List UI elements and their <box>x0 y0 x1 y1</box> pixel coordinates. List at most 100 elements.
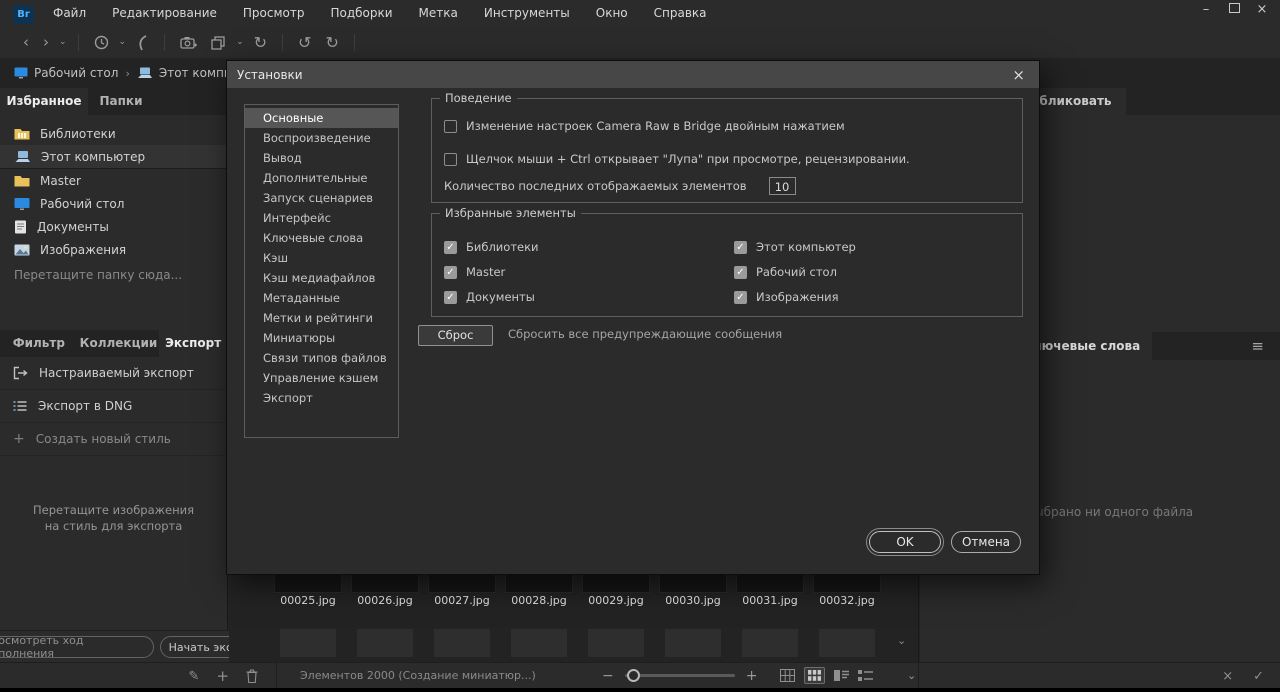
get-photos-camera-icon[interactable] <box>180 36 198 50</box>
menu-window[interactable]: Окно <box>583 0 641 27</box>
favorite-item-desktop[interactable]: Рабочий стол <box>0 192 227 215</box>
checkbox-checked[interactable]: ✓ <box>734 265 747 279</box>
category-keywords[interactable]: Ключевые слова <box>245 228 398 248</box>
dialog-titlebar[interactable]: Установки × <box>227 61 1039 88</box>
thumbnail-view-icon[interactable] <box>804 667 825 684</box>
return-boomerang-icon[interactable] <box>136 34 149 51</box>
category-export[interactable]: Экспорт <box>245 388 398 408</box>
zoom-slider-thumb[interactable] <box>626 669 640 682</box>
thumbnail-placeholder[interactable] <box>665 629 721 657</box>
category-startup-scripts[interactable]: Запуск сценариев <box>245 188 398 208</box>
trash-icon[interactable] <box>246 669 258 683</box>
zoom-in-icon[interactable]: + <box>746 668 758 684</box>
tab-collections[interactable]: Коллекции <box>78 330 160 357</box>
ok-button[interactable]: OK <box>866 528 944 556</box>
rename-chevron-down-icon[interactable]: ⌄ <box>236 27 244 58</box>
minimize-button[interactable]: – <box>1192 0 1220 19</box>
grid-lock-view-icon[interactable] <box>780 669 795 682</box>
export-item-dng[interactable]: Экспорт в DNG <box>0 390 227 423</box>
checkbox-unchecked[interactable] <box>444 119 457 133</box>
reset-button[interactable]: Сброс <box>418 325 493 346</box>
recent-items-input[interactable]: 10 <box>768 177 796 195</box>
batch-rename-copy-icon[interactable] <box>211 35 226 50</box>
reject-x-icon[interactable]: × <box>1222 669 1233 684</box>
menu-view[interactable]: Просмотр <box>230 0 318 27</box>
panel-menu-hamburger-icon[interactable]: ≡ <box>1251 337 1264 355</box>
thumbnail-placeholder[interactable] <box>357 629 413 657</box>
recent-files-clock-icon[interactable] <box>94 35 109 50</box>
checkbox-checked[interactable]: ✓ <box>444 265 457 279</box>
zoom-out-icon[interactable]: − <box>602 668 614 684</box>
details-view-icon[interactable] <box>834 670 849 681</box>
close-button[interactable]: × <box>1248 0 1276 19</box>
view-progress-button[interactable]: Просмотреть ход выполнения <box>0 634 154 660</box>
edit-pencil-icon[interactable]: ✎ <box>189 669 200 684</box>
thumbnail-placeholder[interactable] <box>280 629 336 657</box>
menu-help[interactable]: Справка <box>641 0 720 27</box>
category-cache[interactable]: Кэш <box>245 248 398 268</box>
checkbox-unchecked[interactable] <box>444 152 457 166</box>
favorite-item-master[interactable]: Master <box>0 169 227 192</box>
file-label[interactable]: 00026.jpg <box>347 594 423 607</box>
back-icon[interactable]: ‹ <box>23 27 29 58</box>
menu-stacks[interactable]: Подборки <box>317 0 405 27</box>
file-label[interactable]: 00029.jpg <box>578 594 654 607</box>
thumbnail-placeholder[interactable] <box>819 629 875 657</box>
checkbox-checked[interactable]: ✓ <box>734 290 747 304</box>
menu-edit[interactable]: Редактирование <box>99 0 230 27</box>
tab-favorites[interactable]: Избранное <box>0 88 88 115</box>
maximize-button[interactable] <box>1220 0 1248 19</box>
export-item-custom[interactable]: Настраиваемый экспорт <box>0 357 227 390</box>
view-options-chevron-icon[interactable]: ⌄ <box>907 663 916 688</box>
breadcrumb-desktop[interactable]: Рабочий стол <box>14 66 118 80</box>
undo-icon[interactable]: ↺ <box>298 27 311 58</box>
category-general[interactable]: Основные <box>245 108 398 128</box>
category-advanced[interactable]: Дополнительные <box>245 168 398 188</box>
category-thumbnails[interactable]: Миниатюры <box>245 328 398 348</box>
file-label[interactable]: 00028.jpg <box>501 594 577 607</box>
favorite-item-documents[interactable]: Документы <box>0 215 227 238</box>
tab-folders[interactable]: Папки <box>88 88 154 115</box>
menu-label[interactable]: Метка <box>406 0 471 27</box>
export-item-new-preset[interactable]: + Создать новый стиль <box>0 423 227 456</box>
file-label[interactable]: 00025.jpg <box>270 594 346 607</box>
category-cache-management[interactable]: Управление кэшем <box>245 368 398 388</box>
menu-tools[interactable]: Инструменты <box>471 0 583 27</box>
approve-check-icon[interactable]: ✓ <box>1253 669 1264 684</box>
nav-chevron-down-icon[interactable]: ⌄ <box>59 27 67 58</box>
checkbox-checked[interactable]: ✓ <box>734 240 747 254</box>
thumbnail-placeholder[interactable] <box>742 629 798 657</box>
dialog-close-icon[interactable]: × <box>1008 66 1029 84</box>
checkbox-checked[interactable]: ✓ <box>444 290 457 304</box>
category-playback[interactable]: Воспроизведение <box>245 128 398 148</box>
tab-export[interactable]: Экспорт <box>159 330 227 357</box>
file-label[interactable]: 00030.jpg <box>655 594 731 607</box>
favorite-item-computer[interactable]: Этот компьютер <box>0 145 227 169</box>
zoom-slider[interactable] <box>624 669 735 682</box>
file-label[interactable]: 00027.jpg <box>424 594 500 607</box>
cancel-button[interactable]: Отмена <box>951 531 1021 553</box>
forward-icon[interactable]: › <box>43 27 49 58</box>
thumbnail-placeholder[interactable] <box>434 629 490 657</box>
thumbnail-placeholder[interactable] <box>588 629 644 657</box>
category-file-type-assoc[interactable]: Связи типов файлов <box>245 348 398 368</box>
tab-filter[interactable]: Фильтр <box>0 330 78 357</box>
recent-chevron-down-icon[interactable]: ⌄ <box>119 27 127 58</box>
file-label[interactable]: 00032.jpg <box>809 594 885 607</box>
refresh-sync-icon[interactable]: ↻ <box>254 27 267 58</box>
redo-icon[interactable]: ↻ <box>325 27 338 58</box>
file-label[interactable]: 00031.jpg <box>732 594 808 607</box>
category-metadata[interactable]: Метаданные <box>245 288 398 308</box>
favorite-item-pictures[interactable]: Изображения <box>0 238 227 261</box>
category-output[interactable]: Вывод <box>245 148 398 168</box>
category-interface[interactable]: Интерфейс <box>245 208 398 228</box>
menu-file[interactable]: Файл <box>40 0 99 27</box>
checkbox-checked[interactable]: ✓ <box>444 240 457 254</box>
thumbnail-placeholder[interactable] <box>511 629 567 657</box>
list-view-icon[interactable] <box>858 670 873 681</box>
favorite-item-libraries[interactable]: Библиотеки <box>0 122 227 145</box>
add-plus-icon[interactable]: + <box>216 667 229 685</box>
category-media-cache[interactable]: Кэш медиафайлов <box>245 268 398 288</box>
scroll-down-chevron-icon[interactable]: ⌄ <box>897 634 906 647</box>
category-labels-ratings[interactable]: Метки и рейтинги <box>245 308 398 328</box>
